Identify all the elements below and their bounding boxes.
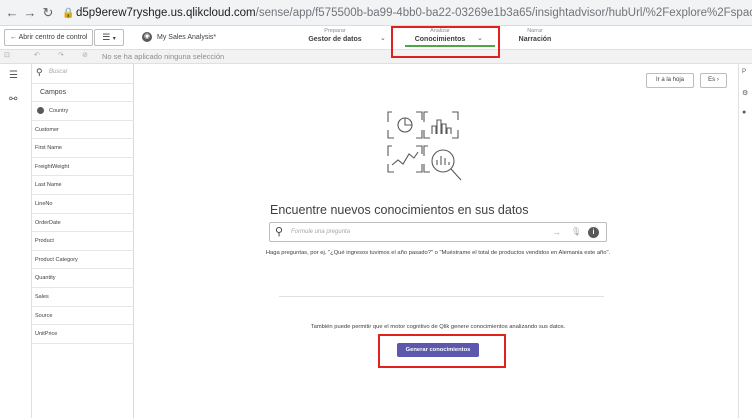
headline: Encuentre nuevos conocimientos en sus da… [270,203,529,217]
info-icon[interactable]: i [588,227,599,238]
tab-narrate-small: Narrar [527,28,543,34]
field-item[interactable]: LineNo [32,195,134,214]
url-host: d5p9erew7ryshge.us.qlikcloud.com [76,7,256,19]
step-forward-icon[interactable]: ↷ [58,51,64,59]
global-menu-button[interactable]: ☰ ▾ [94,29,124,46]
field-item[interactable]: Last Name [32,176,134,195]
smart-search-icon[interactable]: ⊡ [4,51,10,59]
fields-panel: ⚲ Buscar Campos Country Customer First N… [32,64,134,418]
submit-arrow-icon[interactable]: → [552,227,561,237]
question-input-placeholder: Formule una pregunta [291,229,351,235]
field-item[interactable]: Source [32,307,134,326]
open-hub-label: Abrir centro de control [18,34,88,41]
language-button[interactable]: Es › [700,73,727,88]
gear-icon[interactable]: ⚙ [742,89,748,97]
chevron-down-icon[interactable]: ⌄ [380,34,386,42]
insights-illustration-icon [387,111,462,181]
field-item[interactable]: OrderDate [32,214,134,233]
field-item[interactable]: Product Category [32,251,134,270]
highlight-box-analyze-tab [391,26,500,58]
caret-down-icon: ▾ [112,36,116,42]
globe-icon: ◉ [142,32,152,43]
globe-icon [37,107,44,115]
field-item[interactable]: Quantity [32,269,134,288]
help-text: Haga preguntas, por ej. "¿Qué ingresos t… [265,250,611,256]
browser-bar: ← → ↻ 🔒 d5p9erew7ryshge.us.qlikcloud.com/… [0,0,752,26]
right-rail-initial: P [742,69,747,75]
field-item[interactable]: Customer [32,121,134,140]
qlik-toolbar: ← Abrir centro de control ☰ ▾ ◉ My Sales … [0,26,752,50]
field-item[interactable]: Country [32,102,134,121]
field-item[interactable]: Product [32,232,134,251]
field-item[interactable]: UnitPrice [32,325,134,344]
tab-prepare-small: Preparar [324,28,346,34]
highlight-box-generate-button [378,334,506,368]
right-rail: P ⚙ ● [738,64,752,418]
browser-reload-icon[interactable]: ↻ [40,5,56,21]
database-icon[interactable]: ☰ [9,70,18,81]
tab-prepare[interactable]: Preparar Gestor de datos ⌄ [300,27,386,45]
search-icon: ⚲ [36,67,43,77]
browser-back-icon[interactable]: ← [4,5,20,21]
selection-bar: ⊡ ↶ ↷ ⊘ No se ha aplicado ninguna selecc… [0,50,752,64]
selection-status: No se ha aplicado ninguna selección [102,52,225,61]
link-icon[interactable]: ⚯ [9,94,17,105]
go-to-sheet-button[interactable]: Ir a la hoja [646,73,694,88]
tab-prepare-label: Gestor de datos [308,36,362,43]
url-path: /sense/app/f575500b-ba99-4bb0-ba22-03269… [255,7,752,19]
fields-search[interactable]: ⚲ Buscar [32,64,134,84]
fields-search-placeholder: Buscar [49,69,68,75]
address-bar[interactable]: 🔒 d5p9erew7ryshge.us.qlikcloud.com/sense/… [62,3,752,23]
lock-icon: 🔒 [62,8,75,19]
step-back-icon[interactable]: ↶ [34,51,40,59]
microphone-icon[interactable]: 🎙 [571,227,581,236]
field-label: Country [49,108,69,114]
app-name[interactable]: ◉ My Sales Analysis* [142,31,216,44]
language-label: Es [708,77,716,83]
app-name-label: My Sales Analysis* [157,34,217,41]
cognitive-engine-text: También puede permitir que el motor cogn… [310,324,566,330]
browser-forward-icon[interactable]: → [22,5,38,21]
tab-narrate[interactable]: Narrar Narración [500,27,570,45]
chevron-right-icon: › [716,77,719,83]
open-hub-button[interactable]: ← Abrir centro de control [4,29,94,46]
field-item[interactable]: Sales [32,288,134,307]
fields-header: Campos [32,84,134,102]
question-input[interactable]: ⚲ Formule una pregunta → 🎙 i [269,222,607,242]
field-list: Country Customer First Name FreightWeigh… [32,102,134,344]
tab-narrate-label: Narración [518,36,552,43]
search-icon: ⚲ [275,226,284,238]
clear-selections-icon[interactable]: ⊘ [82,51,88,59]
left-icon-rail: ☰ ⚯ [0,64,32,418]
field-item[interactable]: FreightWeight [32,158,134,177]
divider [279,296,604,297]
settings-icon[interactable]: ● [742,109,746,116]
hamburger-icon: ☰ [102,32,111,42]
arrow-left-icon: ← [10,34,17,41]
field-item[interactable]: First Name [32,139,134,158]
